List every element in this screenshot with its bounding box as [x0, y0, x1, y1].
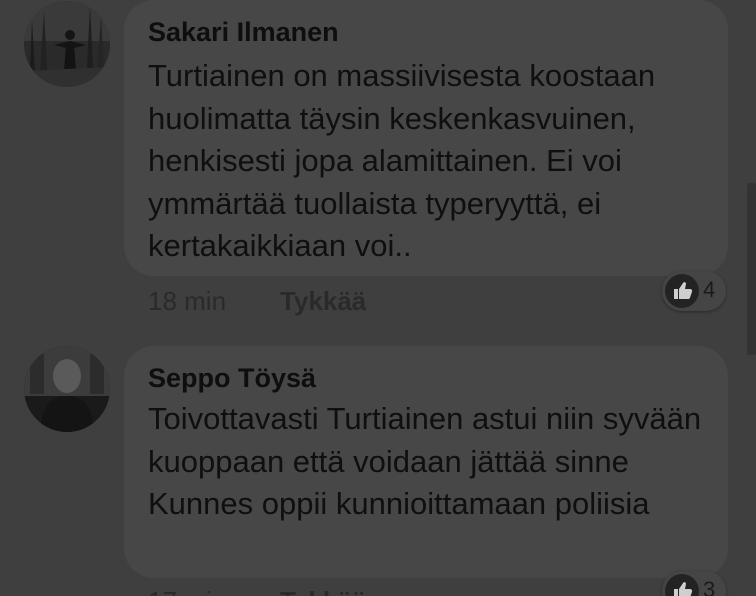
- avatar[interactable]: [24, 346, 110, 432]
- reaction-count: 4: [703, 277, 716, 302]
- comment-text: Turtiainen on massiivisesta koostaan huo…: [148, 58, 656, 263]
- thumbs-up-icon: [665, 274, 699, 308]
- scrollbar-thumb[interactable]: [747, 183, 756, 355]
- reaction-badge[interactable]: 4: [662, 271, 726, 311]
- comment-author[interactable]: Seppo Töysä: [148, 363, 316, 394]
- avatar-photo-icon: [24, 1, 110, 87]
- comment-thread: Sakari Ilmanen Turtiainen on massiivises…: [0, 0, 756, 596]
- reaction-count: 3: [703, 577, 716, 596]
- thumbs-up-icon: [665, 574, 699, 596]
- comment-timestamp[interactable]: 18 min: [148, 286, 226, 317]
- comment-text: Toivottavasti Turtiainen astui niin syvä…: [148, 401, 702, 521]
- like-button[interactable]: Tykkää: [280, 286, 366, 317]
- avatar[interactable]: [24, 1, 110, 87]
- like-button[interactable]: Tykkää: [280, 586, 366, 596]
- reaction-badge[interactable]: 3: [662, 571, 726, 596]
- comment-timestamp[interactable]: 17 min: [148, 586, 226, 596]
- avatar-photo-icon: [24, 346, 110, 432]
- comment-author[interactable]: Sakari Ilmanen: [148, 17, 339, 48]
